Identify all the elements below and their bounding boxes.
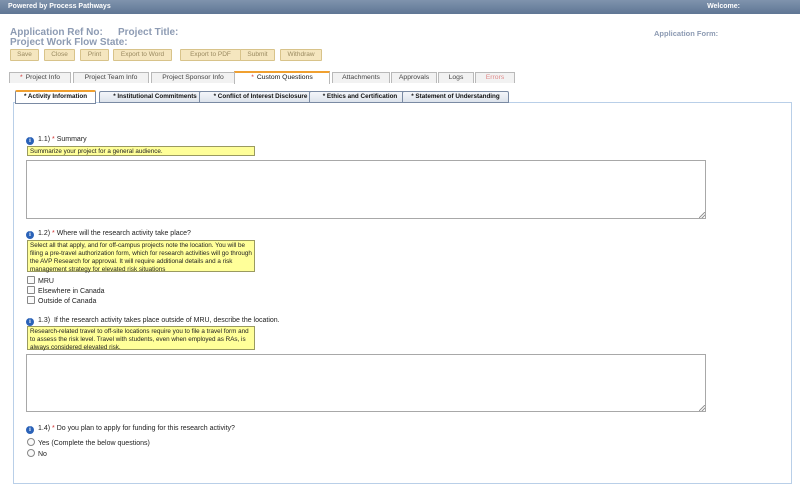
question-label: 1.1) * Summary xyxy=(38,136,87,143)
tab-project-sponsor-info[interactable]: Project Sponsor Info xyxy=(151,72,235,83)
location-option-canada[interactable]: Elsewhere in Canada xyxy=(27,286,105,295)
location-option-outside[interactable]: Outside of Canada xyxy=(27,296,96,305)
close-button[interactable]: Close xyxy=(44,49,75,61)
tab-project-info[interactable]: * Project Info xyxy=(9,72,71,83)
application-form-label: Application Form: xyxy=(654,29,719,38)
resize-grip-icon[interactable] xyxy=(699,405,705,411)
subtab-statement-understanding[interactable]: * Statement of Understanding xyxy=(402,91,509,103)
welcome-label: Welcome: xyxy=(707,3,740,10)
tab-custom-questions[interactable]: * Custom Questions xyxy=(234,71,330,84)
question-label: 1.2) * Where will the research activity … xyxy=(38,230,191,237)
checkbox[interactable] xyxy=(27,276,35,284)
subtab-activity-information[interactable]: * Activity Information xyxy=(15,90,96,104)
export-pdf-button[interactable]: Export to PDF xyxy=(180,49,241,61)
subtab-ethics-certification[interactable]: * Ethics and Certification xyxy=(309,91,411,103)
checkbox[interactable] xyxy=(27,286,35,294)
top-bar: Powered by Process Pathways Welcome: xyxy=(0,0,800,14)
tab-project-team-info[interactable]: Project Team Info xyxy=(73,72,149,83)
resize-grip-icon[interactable] xyxy=(699,212,705,218)
question-1-1: i 1.1) * Summary xyxy=(26,136,87,145)
question-label: 1.3) If the research activity takes plac… xyxy=(38,317,280,324)
outside-location-textarea[interactable] xyxy=(26,354,706,412)
summary-hint: Summarize your project for a general aud… xyxy=(27,146,255,156)
radio[interactable] xyxy=(27,449,35,457)
export-word-button[interactable]: Export to Word xyxy=(113,49,172,61)
info-icon[interactable]: i xyxy=(26,426,34,434)
print-button[interactable]: Print xyxy=(80,49,109,61)
outside-location-hint: Research-related travel to off-site loca… xyxy=(27,326,255,351)
tab-errors[interactable]: Errors xyxy=(475,72,515,83)
required-star: * xyxy=(19,74,23,81)
required-star: * xyxy=(251,74,254,81)
radio[interactable] xyxy=(27,438,35,446)
question-1-3: i 1.3) If the research activity takes pla… xyxy=(26,317,280,326)
funding-option-yes[interactable]: Yes (Complete the below questions) xyxy=(27,438,150,447)
subtab-conflict-of-interest[interactable]: * Conflict of Interest Disclosure xyxy=(199,91,322,103)
info-icon[interactable]: i xyxy=(26,318,34,326)
tab-logs[interactable]: Logs xyxy=(438,72,474,83)
location-option-mru[interactable]: MRU xyxy=(27,276,54,285)
question-1-4: i 1.4) * Do you plan to apply for funding… xyxy=(26,425,235,434)
funding-option-no[interactable]: No xyxy=(27,449,47,458)
summary-textarea[interactable] xyxy=(26,160,706,219)
checkbox[interactable] xyxy=(27,296,35,304)
tab-approvals[interactable]: Approvals xyxy=(391,72,437,83)
location-hint: Select all that apply, and for off-campu… xyxy=(27,240,255,273)
tab-attachments[interactable]: Attachments xyxy=(332,72,390,83)
save-button[interactable]: Save xyxy=(10,49,39,61)
question-label: 1.4) * Do you plan to apply for funding … xyxy=(38,425,235,432)
info-icon[interactable]: i xyxy=(26,137,34,145)
submit-button[interactable]: Submit xyxy=(240,49,275,61)
withdraw-button[interactable]: Withdraw xyxy=(280,49,322,61)
question-1-2: i 1.2) * Where will the research activity… xyxy=(26,230,191,239)
info-icon[interactable]: i xyxy=(26,231,34,239)
workflow-state-label: Project Work Flow State: xyxy=(10,37,128,48)
powered-by-label: Powered by Process Pathways xyxy=(8,3,111,10)
subtab-institutional-commitments[interactable]: * Institutional Commitments xyxy=(99,91,211,103)
